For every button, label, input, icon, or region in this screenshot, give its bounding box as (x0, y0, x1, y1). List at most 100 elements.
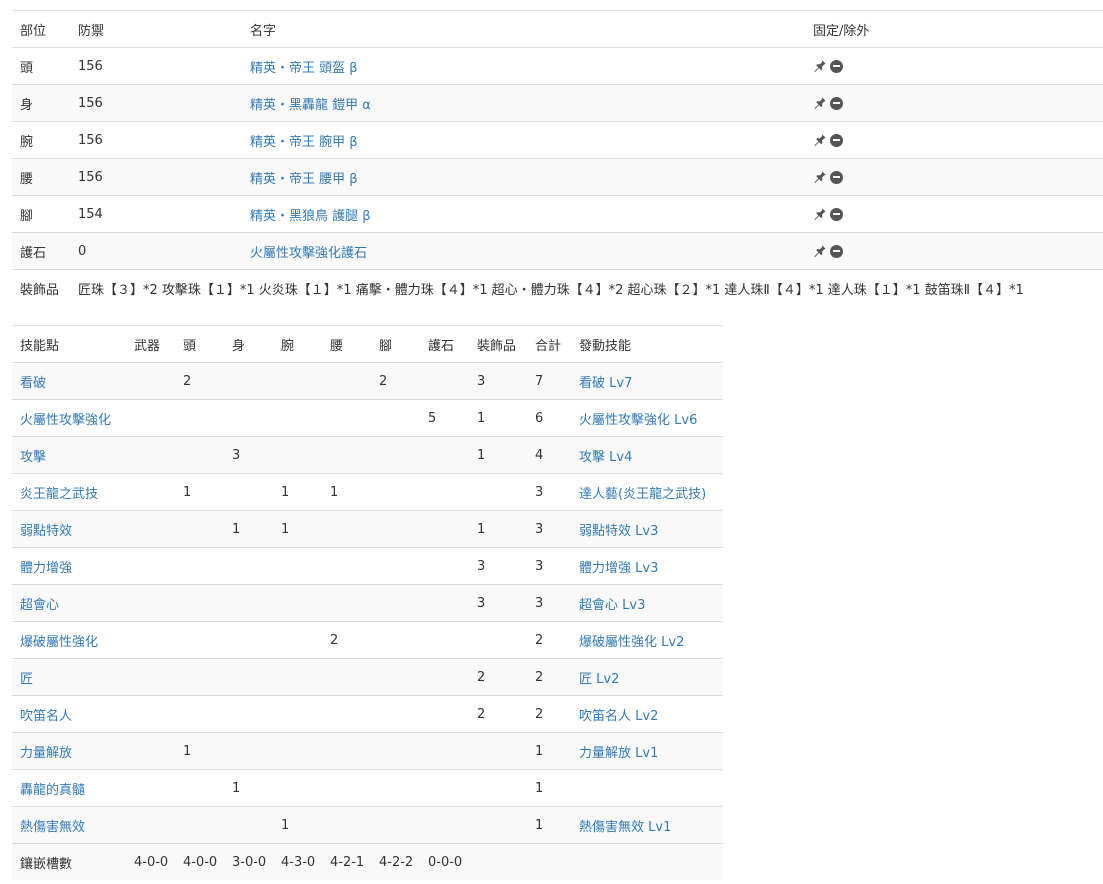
skill-row: 炎王龍之武技 1 1 1 3 達人藝(炎王龍之武技) (12, 473, 723, 511)
skill-waist: 2 (330, 621, 379, 659)
active-skill-link[interactable]: 匠 Lv2 (579, 672, 619, 687)
skill-waist (330, 436, 379, 474)
pin-icon[interactable] (813, 59, 827, 73)
skill-weapon (134, 769, 183, 807)
skills-header-10: 發動技能 (579, 325, 723, 363)
skill-name-cell: 力量解放 (12, 732, 134, 770)
slot-value: 3-0-0 (232, 843, 281, 880)
skill-name-link[interactable]: 熱傷害無效 (20, 820, 85, 835)
skill-arm: 1 (281, 510, 330, 548)
active-skill-link[interactable]: 熱傷害無效 Lv1 (579, 820, 671, 835)
skill-total: 3 (535, 584, 579, 622)
skill-head (183, 658, 232, 696)
pin-icon[interactable] (813, 207, 827, 221)
skill-name-cell: 超會心 (12, 584, 134, 622)
skill-waist (330, 695, 379, 733)
skill-weapon (134, 399, 183, 437)
skill-name-link[interactable]: 炎王龍之武技 (20, 487, 98, 502)
armor-defense: 156 (78, 158, 250, 196)
skill-leg (379, 584, 428, 622)
skill-name-link[interactable]: 攻擊 (20, 450, 46, 465)
skill-weapon (134, 510, 183, 548)
armor-name-cell: 精英・帝王 腕甲 β (250, 121, 813, 159)
skill-head (183, 695, 232, 733)
skill-leg (379, 473, 428, 511)
skill-body (232, 806, 281, 844)
skill-weapon (134, 436, 183, 474)
skill-waist (330, 399, 379, 437)
active-skill-link[interactable]: 超會心 Lv3 (579, 598, 645, 613)
skill-row: 看破 2 2 3 7 看破 Lv7 (12, 362, 723, 400)
skill-body (232, 695, 281, 733)
skill-weapon (134, 806, 183, 844)
minus-circle-icon[interactable] (830, 133, 843, 147)
minus-circle-icon[interactable] (830, 244, 843, 258)
armor-actions (813, 158, 1103, 196)
active-skill-link[interactable]: 看破 Lv7 (579, 376, 632, 391)
active-skill-link[interactable]: 攻擊 Lv4 (579, 450, 632, 465)
skill-row: 弱點特效 1 1 1 3 弱點特效 Lv3 (12, 510, 723, 548)
skill-head: 1 (183, 732, 232, 770)
skill-name-link[interactable]: 體力增強 (20, 561, 72, 576)
skill-charm (428, 769, 477, 807)
skill-leg (379, 510, 428, 548)
armor-header-fix-exclude: 固定/除外 (813, 10, 1103, 48)
skill-arm (281, 621, 330, 659)
skill-name-link[interactable]: 爆破屬性強化 (20, 635, 98, 650)
minus-circle-icon[interactable] (830, 207, 843, 221)
skill-deco (477, 621, 535, 659)
active-skill-link[interactable]: 達人藝(炎王龍之武技) (579, 487, 706, 502)
armor-name-link[interactable]: 精英・帝王 腕甲 β (250, 135, 358, 150)
skill-name-link[interactable]: 弱點特效 (20, 524, 72, 539)
active-skill-link[interactable]: 火屬性攻擊強化 Lv6 (579, 413, 697, 428)
skill-charm (428, 806, 477, 844)
pin-icon[interactable] (813, 96, 827, 110)
skill-body: 1 (232, 510, 281, 548)
skill-weapon (134, 658, 183, 696)
armor-part: 護石 (12, 232, 78, 270)
pin-icon[interactable] (813, 133, 827, 147)
armor-part: 身 (12, 84, 78, 122)
armor-name-link[interactable]: 精英・帝王 腰甲 β (250, 172, 358, 187)
skill-weapon (134, 695, 183, 733)
armor-name-link[interactable]: 精英・黑轟龍 鎧甲 α (250, 98, 371, 113)
skill-name-link[interactable]: 火屬性攻擊強化 (20, 413, 111, 428)
skill-arm (281, 769, 330, 807)
skill-name-link[interactable]: 超會心 (20, 598, 59, 613)
minus-circle-icon[interactable] (830, 59, 843, 73)
skill-name-cell: 體力增強 (12, 547, 134, 585)
skill-name-cell: 匠 (12, 658, 134, 696)
active-skill-link[interactable]: 吹笛名人 Lv2 (579, 709, 658, 724)
armor-defense: 156 (78, 84, 250, 122)
pin-icon[interactable] (813, 244, 827, 258)
armor-defense: 156 (78, 121, 250, 159)
active-skill-link[interactable]: 體力增強 Lv3 (579, 561, 658, 576)
skill-deco (477, 732, 535, 770)
armor-name-link[interactable]: 精英・帝王 頭盔 β (250, 61, 358, 76)
active-skill-link[interactable]: 弱點特效 Lv3 (579, 524, 658, 539)
armor-name-link[interactable]: 精英・黑狼鳥 護腿 β (250, 209, 371, 224)
skill-charm (428, 658, 477, 696)
active-skill-link[interactable]: 力量解放 Lv1 (579, 746, 658, 761)
skill-body (232, 658, 281, 696)
skill-weapon (134, 732, 183, 770)
skill-name-cell: 攻擊 (12, 436, 134, 474)
skill-total: 6 (535, 399, 579, 437)
minus-circle-icon[interactable] (830, 96, 843, 110)
armor-defense: 154 (78, 195, 250, 233)
minus-circle-icon[interactable] (830, 170, 843, 184)
armor-row: 腕 156 精英・帝王 腕甲 β (12, 121, 1103, 159)
skill-name-link[interactable]: 轟龍的真髓 (20, 783, 85, 798)
armor-part: 腰 (12, 158, 78, 196)
skill-leg (379, 769, 428, 807)
skill-leg (379, 732, 428, 770)
active-skill-link[interactable]: 爆破屬性強化 Lv2 (579, 635, 684, 650)
armor-name-link[interactable]: 火屬性攻擊強化護石 (250, 246, 367, 261)
pin-icon[interactable] (813, 170, 827, 184)
skill-name-link[interactable]: 吹笛名人 (20, 709, 72, 724)
skill-row: 力量解放 1 1 力量解放 Lv1 (12, 732, 723, 770)
skill-name-link[interactable]: 匠 (20, 672, 33, 687)
skill-name-link[interactable]: 看破 (20, 376, 46, 391)
skill-row: 體力增強 3 3 體力增強 Lv3 (12, 547, 723, 585)
skill-name-link[interactable]: 力量解放 (20, 746, 72, 761)
